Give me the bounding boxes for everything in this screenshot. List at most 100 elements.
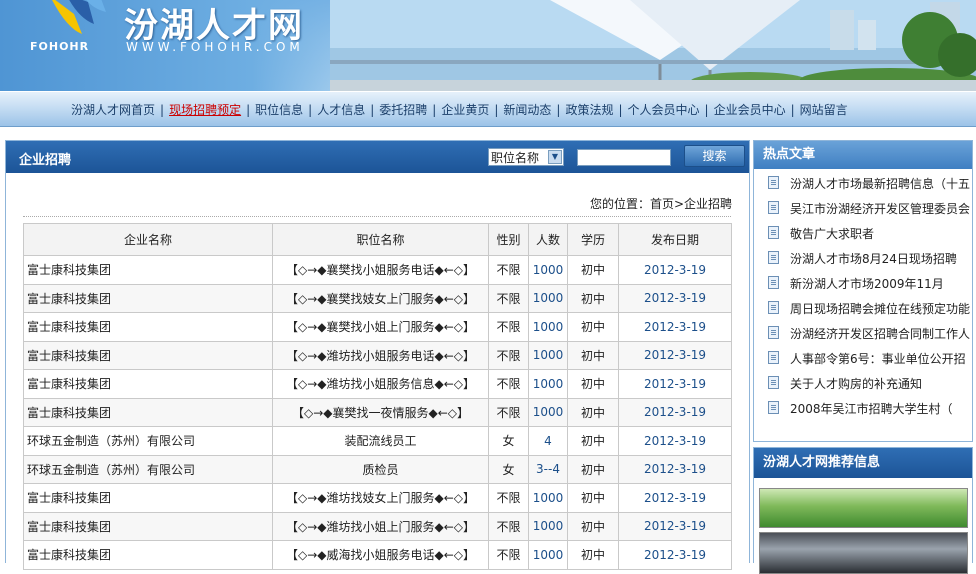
headcount-cell: 1000 bbox=[528, 283, 568, 313]
hot-article-title[interactable]: 汾湖人才市场最新招聘信息（十五 bbox=[790, 177, 970, 191]
company-name-cell[interactable]: 富士康科技集团 bbox=[23, 540, 273, 570]
table-row[interactable]: 富士康科技集团 【◇→◆襄樊找一夜情服务◆←◇】 不限 1000 初中 2012-3-19 bbox=[23, 397, 732, 427]
table-row[interactable]: 环球五金制造（苏州）有限公司 装配流线员工女 4 初中 2012-3-19 bbox=[23, 426, 732, 456]
search-input[interactable] bbox=[577, 149, 671, 166]
hot-article-item[interactable]: 汾湖人才市场8月24日现场招聘 bbox=[754, 247, 972, 272]
nav-item[interactable]: 企业会员中心 bbox=[709, 103, 791, 117]
column-header[interactable]: 职位名称 bbox=[272, 223, 489, 256]
nav-item[interactable]: 个人会员中心 bbox=[623, 103, 705, 117]
table-row[interactable]: 富士康科技集团 【◇→◆襄樊找小姐上门服务◆←◇】 不限 1000 初中 2012-3-1… bbox=[23, 312, 732, 342]
job-title-cell[interactable]: 【◇→◆襄樊找小姐服务电话◆←◇】 bbox=[272, 255, 489, 285]
company-name-cell[interactable]: 富士康科技集团 bbox=[23, 511, 273, 541]
hot-articles-panel: 热点文章 汾湖人才市场最新招聘信息（十五 吴江市汾湖经济开发区管理委员会 敬告广大求… bbox=[753, 140, 973, 442]
education-cell: 初中 bbox=[567, 340, 619, 370]
job-title-cell[interactable]: 【◇→◆潍坊找妓女上门服务◆←◇】 bbox=[272, 483, 489, 513]
nav-item[interactable]: 网站留言 bbox=[795, 103, 853, 117]
hot-article-title[interactable]: 新汾湖人才市场2009年11月 bbox=[790, 277, 944, 291]
job-title-cell[interactable]: 【◇→◆襄樊找小姐上门服务◆←◇】 bbox=[272, 312, 489, 342]
headcount-cell: 1000 bbox=[528, 483, 568, 513]
gender-cell: 不限 bbox=[488, 483, 529, 513]
company-name-cell[interactable]: 富士康科技集团 bbox=[23, 483, 273, 513]
search-field-select-value: 职位名称 bbox=[491, 151, 540, 165]
header-scene-image bbox=[330, 0, 976, 91]
column-header[interactable]: 学历 bbox=[567, 223, 619, 256]
hot-article-title[interactable]: 吴江市汾湖经济开发区管理委员会 bbox=[790, 202, 970, 216]
nav-item[interactable]: 汾湖人才网首页 bbox=[66, 103, 160, 117]
nav-item[interactable]: 现场招聘预定 bbox=[164, 103, 246, 117]
hot-article-title[interactable]: 汾湖经济开发区招聘合同制工作人 bbox=[790, 327, 970, 341]
nav-item[interactable]: 委托招聘 bbox=[374, 103, 432, 117]
education-cell: 初中 bbox=[567, 283, 619, 313]
headcount-cell: 1000 bbox=[528, 397, 568, 427]
table-header-row: 企业名称 职位名称 性别 人数 学历 发布日期 bbox=[23, 223, 732, 256]
company-name-cell[interactable]: 富士康科技集团 bbox=[23, 255, 273, 285]
job-title-cell[interactable]: 【◇→◆潍坊找小姐服务电话◆←◇】 bbox=[272, 340, 489, 370]
hot-article-item[interactable]: 2008年吴江市招聘大学生村（ bbox=[754, 397, 972, 422]
job-title-cell[interactable]: 【◇→◆襄樊找一夜情服务◆←◇】 bbox=[272, 397, 489, 427]
nav-item[interactable]: 职位信息 bbox=[250, 103, 308, 117]
hot-article-item[interactable]: 吴江市汾湖经济开发区管理委员会 bbox=[754, 197, 972, 222]
panel-header: 企业招聘 职位名称 ▼ 搜索 bbox=[6, 141, 749, 173]
hot-article-title[interactable]: 2008年吴江市招聘大学生村（ bbox=[790, 402, 953, 416]
company-name-cell[interactable]: 富士康科技集团 bbox=[23, 340, 273, 370]
hot-article-item[interactable]: 汾湖经济开发区招聘合同制工作人 bbox=[754, 322, 972, 347]
column-header[interactable]: 发布日期 bbox=[618, 223, 732, 256]
search-field-select[interactable]: 职位名称 ▼ bbox=[488, 148, 564, 166]
hot-articles-title: 热点文章 bbox=[754, 141, 972, 169]
date-cell: 2012-3-19 bbox=[618, 283, 732, 313]
column-header[interactable]: 性别 bbox=[488, 223, 529, 256]
recommend-banner-grass[interactable] bbox=[759, 488, 968, 528]
hot-article-item[interactable]: 汾湖人才市场最新招聘信息（十五 bbox=[754, 172, 972, 197]
job-title-cell[interactable]: 【◇→◆威海找小姐服务电话◆←◇】 bbox=[272, 540, 489, 570]
table-row[interactable]: 环球五金制造（苏州）有限公司 质检员女 3--4 初中 2012-3-19 bbox=[23, 454, 732, 484]
chevron-down-icon[interactable]: ▼ bbox=[548, 150, 562, 164]
hot-article-item[interactable]: 敬告广大求职者 bbox=[754, 222, 972, 247]
company-name-cell[interactable]: 环球五金制造（苏州）有限公司 bbox=[23, 426, 273, 456]
table-row[interactable]: 富士康科技集团 【◇→◆潍坊找小姐服务信息◆←◇】 不限 1000 初中 2012-3-1… bbox=[23, 369, 732, 399]
hot-article-item[interactable]: 新汾湖人才市场2009年11月 bbox=[754, 272, 972, 297]
hot-article-item[interactable]: 周日现场招聘会摊位在线预定功能 bbox=[754, 297, 972, 322]
table-row[interactable]: 富士康科技集团 【◇→◆潍坊找妓女上门服务◆←◇】 不限 1000 初中 2012-3-1… bbox=[23, 483, 732, 513]
nav-item[interactable]: 企业黄页 bbox=[436, 103, 494, 117]
job-title-cell[interactable]: 装配流线员工 bbox=[272, 426, 489, 456]
job-title-cell[interactable]: 【◇→◆襄樊找妓女上门服务◆←◇】 bbox=[272, 283, 489, 313]
nav-item[interactable]: 政策法规 bbox=[560, 103, 618, 117]
company-name-cell[interactable]: 富士康科技集团 bbox=[23, 283, 273, 313]
table-row[interactable]: 富士康科技集团 【◇→◆潍坊找小姐上门服务◆←◇】 不限 1000 初中 2012-3-1… bbox=[23, 511, 732, 541]
hot-article-title[interactable]: 敬告广大求职者 bbox=[790, 227, 874, 241]
column-header[interactable]: 企业名称 bbox=[23, 223, 273, 256]
company-name-cell[interactable]: 环球五金制造（苏州）有限公司 bbox=[23, 454, 273, 484]
education-cell: 初中 bbox=[567, 540, 619, 570]
gender-cell: 不限 bbox=[488, 397, 529, 427]
company-name-cell[interactable]: 富士康科技集团 bbox=[23, 397, 273, 427]
hot-article-title[interactable]: 周日现场招聘会摊位在线预定功能 bbox=[790, 302, 970, 316]
date-cell: 2012-3-19 bbox=[618, 426, 732, 456]
breadcrumb: 您的位置：首页>企业招聘 bbox=[590, 197, 733, 211]
hot-articles-list: 汾湖人才市场最新招聘信息（十五 吴江市汾湖经济开发区管理委员会 敬告广大求职者汾湖人… bbox=[754, 169, 972, 422]
table-row[interactable]: 富士康科技集团 【◇→◆威海找小姐服务电话◆←◇】 不限 1000 初中 2012-3-1… bbox=[23, 540, 732, 570]
hot-article-title[interactable]: 汾湖人才市场8月24日现场招聘 bbox=[790, 252, 957, 266]
job-title-cell[interactable]: 【◇→◆潍坊找小姐上门服务◆←◇】 bbox=[272, 511, 489, 541]
table-row[interactable]: 富士康科技集团 【◇→◆襄樊找妓女上门服务◆←◇】 不限 1000 初中 2012-3-1… bbox=[23, 283, 732, 313]
hot-article-item[interactable]: 人事部令第6号：事业单位公开招 bbox=[754, 347, 972, 372]
nav-item[interactable]: 人才信息 bbox=[312, 103, 370, 117]
company-name-cell[interactable]: 富士康科技集团 bbox=[23, 369, 273, 399]
company-name-cell[interactable]: 富士康科技集团 bbox=[23, 312, 273, 342]
search-button[interactable]: 搜索 bbox=[684, 145, 745, 167]
column-header[interactable]: 人数 bbox=[528, 223, 568, 256]
date-cell: 2012-3-19 bbox=[618, 369, 732, 399]
recommend-panel: 汾湖人才网推荐信息 bbox=[753, 447, 973, 574]
nav-item[interactable]: 新闻动态 bbox=[498, 103, 556, 117]
document-icon bbox=[768, 276, 779, 289]
table-row[interactable]: 富士康科技集团 【◇→◆襄樊找小姐服务电话◆←◇】 不限 1000 初中 2012-3-1… bbox=[23, 255, 732, 285]
headcount-cell: 1000 bbox=[528, 255, 568, 285]
table-row[interactable]: 富士康科技集团 【◇→◆潍坊找小姐服务电话◆←◇】 不限 1000 初中 2012-3-1… bbox=[23, 340, 732, 370]
gender-cell: 不限 bbox=[488, 511, 529, 541]
recommend-banner-car[interactable] bbox=[759, 532, 968, 574]
hot-article-title[interactable]: 人事部令第6号：事业单位公开招 bbox=[790, 352, 966, 366]
hot-article-item[interactable]: 关于人才购房的补充通知 bbox=[754, 372, 972, 397]
job-title-cell[interactable]: 【◇→◆潍坊找小姐服务信息◆←◇】 bbox=[272, 369, 489, 399]
hot-article-title[interactable]: 关于人才购房的补充通知 bbox=[790, 377, 922, 391]
logo-url-text: WWW.FOHOHR.COM bbox=[126, 40, 304, 54]
job-title-cell[interactable]: 质检员 bbox=[272, 454, 489, 484]
